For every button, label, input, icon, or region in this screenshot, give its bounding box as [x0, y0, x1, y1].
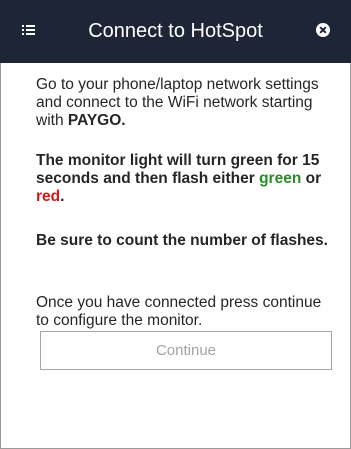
menu-icon[interactable] [22, 25, 35, 36]
or-word: or [301, 170, 322, 187]
light-instruction-end: . [60, 188, 65, 205]
continue-button[interactable]: Continue [40, 331, 332, 370]
dialog-header: Connect to HotSpot [0, 0, 351, 63]
red-word: red [36, 188, 61, 205]
close-circle-icon[interactable] [316, 23, 330, 37]
network-name: PAYGO. [67, 112, 126, 129]
dialog-frame [0, 0, 351, 449]
count-flashes-instruction: Be sure to count the number of flashes. [36, 232, 328, 249]
light-instruction: The monitor light will turn green for 15… [36, 152, 336, 206]
green-word: green [259, 170, 302, 187]
continue-instruction: Once you have connected press continue t… [36, 294, 322, 329]
dialog-title: Connect to HotSpot [88, 20, 263, 42]
network-instruction: Go to your phone/laptop network settings… [36, 76, 336, 130]
